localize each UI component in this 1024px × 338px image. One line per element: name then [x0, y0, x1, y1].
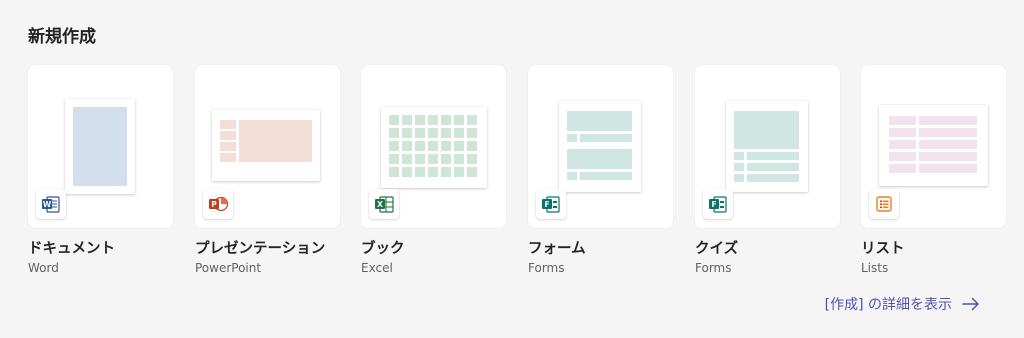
svg-text:F: F [544, 200, 549, 209]
document-thumbnail[interactable]: W [28, 65, 173, 228]
card-document[interactable]: W ドキュメント Word [28, 65, 173, 275]
word-icon: W [36, 189, 66, 219]
powerpoint-icon: P [203, 189, 233, 219]
presentation-preview [212, 110, 320, 181]
card-title: リスト [861, 241, 905, 257]
section-title: 新規作成 [28, 27, 96, 47]
card-form[interactable]: F フォーム Forms [528, 65, 673, 275]
card-title: ブック [361, 241, 405, 257]
see-more-create-link[interactable]: [作成] の詳細を表示 [825, 294, 980, 314]
list-preview [879, 105, 988, 186]
card-quiz[interactable]: F クイズ Forms [695, 65, 840, 275]
card-title: ドキュメント [28, 241, 115, 257]
svg-text:X: X [377, 200, 383, 209]
card-workbook[interactable]: X ブック Excel [361, 65, 506, 275]
card-app-name: Excel [361, 261, 393, 275]
see-more-label: [作成] の詳細を表示 [824, 297, 952, 313]
quiz-thumbnail[interactable]: F [695, 65, 840, 228]
form-thumbnail[interactable]: F [528, 65, 673, 228]
card-app-name: PowerPoint [195, 261, 262, 275]
card-title: プレゼンテーション [195, 241, 326, 257]
lists-icon [869, 189, 899, 219]
document-preview [65, 99, 135, 194]
card-app-name: Forms [528, 261, 565, 275]
presentation-thumbnail[interactable]: P [195, 65, 340, 228]
card-title: クイズ [695, 241, 739, 257]
card-title: フォーム [528, 241, 586, 257]
svg-text:P: P [211, 200, 217, 209]
svg-text:F: F [711, 200, 716, 209]
card-app-name: Forms [695, 261, 732, 275]
workbook-preview [381, 107, 487, 188]
forms-icon: F [703, 189, 733, 219]
excel-icon: X [369, 189, 399, 219]
forms-icon: F [536, 189, 566, 219]
card-app-name: Lists [861, 261, 889, 275]
arrow-right-icon [962, 297, 980, 311]
svg-text:W: W [43, 200, 52, 209]
quiz-preview [726, 101, 808, 192]
workbook-thumbnail[interactable]: X [361, 65, 506, 228]
list-thumbnail[interactable] [861, 65, 1006, 228]
form-preview [559, 101, 641, 192]
create-cards: W ドキュメント Word P プレゼンテーション PowerPoint X ブ… [28, 65, 1008, 285]
card-presentation[interactable]: P プレゼンテーション PowerPoint [195, 65, 340, 275]
card-app-name: Word [28, 261, 59, 275]
card-list[interactable]: リスト Lists [861, 65, 1006, 275]
